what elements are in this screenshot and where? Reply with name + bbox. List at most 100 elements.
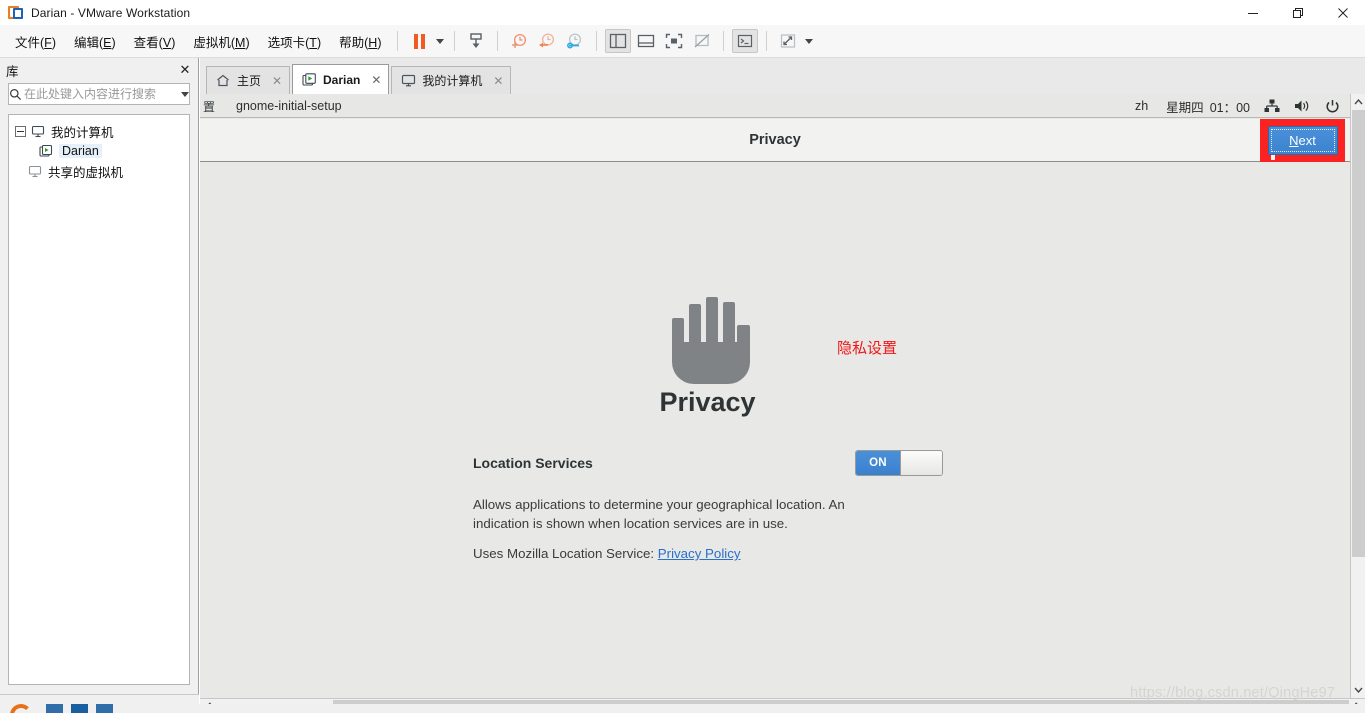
pause-icon bbox=[413, 33, 425, 49]
chevron-down-icon bbox=[436, 38, 445, 44]
folder-icon[interactable] bbox=[46, 704, 63, 713]
show-library-button[interactable] bbox=[605, 29, 632, 53]
menu-view[interactable]: 查看(V) bbox=[125, 28, 185, 55]
tree-item-shared-vms[interactable]: 共享的虚拟机 bbox=[9, 161, 189, 181]
annotation-text: 隐私设置 bbox=[837, 339, 898, 357]
volume-icon[interactable] bbox=[1294, 99, 1311, 113]
stretch-arrow-icon bbox=[781, 34, 796, 48]
toolbar-separator-4 bbox=[596, 31, 598, 51]
tab-darian[interactable]: Darian ✕ bbox=[292, 64, 390, 94]
power-dropdown[interactable] bbox=[433, 29, 447, 53]
minimize-icon[interactable] bbox=[1230, 0, 1275, 25]
library-header: 库 ✕ bbox=[0, 58, 198, 82]
menu-tabs[interactable]: 选项卡(T) bbox=[259, 28, 330, 55]
home-icon bbox=[216, 74, 232, 88]
close-icon[interactable]: ✕ bbox=[492, 74, 504, 88]
clock-day[interactable]: 星期四 bbox=[1166, 97, 1204, 116]
menu-help-label: 帮助(H) bbox=[339, 35, 382, 50]
next-button-label: Next bbox=[1289, 133, 1316, 148]
fullscreen-button[interactable] bbox=[661, 29, 687, 53]
folder-icon-3[interactable] bbox=[96, 704, 113, 713]
folder-icon-2[interactable] bbox=[71, 704, 88, 713]
privacy-policy-link[interactable]: Privacy Policy bbox=[658, 546, 741, 561]
menu-help[interactable]: 帮助(H) bbox=[330, 28, 390, 55]
chevron-down-icon[interactable] bbox=[1351, 682, 1365, 698]
manage-snapshots-button[interactable] bbox=[562, 29, 588, 53]
chevron-down-icon[interactable] bbox=[181, 91, 189, 97]
close-icon[interactable] bbox=[1320, 0, 1365, 25]
taskbar-items[interactable] bbox=[46, 704, 146, 713]
computer-icon bbox=[31, 125, 47, 138]
menu-view-label: 查看(V) bbox=[133, 35, 176, 50]
tree-item-label: 我的计算机 bbox=[51, 125, 114, 140]
clock-back-icon bbox=[539, 33, 555, 48]
tree-item-label: 共享的虚拟机 bbox=[48, 165, 124, 180]
vertical-scrollbar-thumb[interactable] bbox=[1352, 110, 1365, 557]
close-icon[interactable]: ✕ bbox=[370, 73, 382, 87]
restore-icon[interactable] bbox=[1275, 0, 1320, 25]
location-services-toggle[interactable]: ON bbox=[855, 450, 943, 476]
setup-header-title: Privacy bbox=[749, 132, 801, 148]
snapshot-manager-button[interactable] bbox=[463, 29, 489, 53]
clock-plus-icon bbox=[512, 33, 527, 48]
uses-prefix: Uses Mozilla Location Service: bbox=[473, 546, 658, 561]
power-icon[interactable] bbox=[1325, 99, 1340, 114]
guest-status-area: zh 星期四 01：00 bbox=[1135, 94, 1340, 118]
bottom-panel-icon bbox=[638, 34, 655, 48]
unity-mode-button[interactable] bbox=[689, 29, 715, 53]
network-wired-icon[interactable] bbox=[1264, 99, 1280, 113]
tab-home[interactable]: 主页 ✕ bbox=[206, 66, 291, 94]
computer-icon bbox=[401, 74, 417, 88]
close-icon[interactable]: ✕ bbox=[178, 62, 192, 76]
next-button[interactable]: Next bbox=[1267, 126, 1338, 155]
shared-vm-icon bbox=[28, 165, 44, 178]
vmware-logo-icon bbox=[8, 5, 24, 21]
location-services-source: Uses Mozilla Location Service: Privacy P… bbox=[473, 546, 741, 561]
vm-running-icon bbox=[302, 72, 318, 87]
location-services-label: Location Services bbox=[473, 455, 593, 471]
collapse-toggle-icon[interactable] bbox=[15, 125, 26, 137]
menu-vm-label: 虚拟机(M) bbox=[193, 35, 250, 50]
revert-snapshot-button[interactable] bbox=[534, 29, 560, 53]
tab-label: 主页 bbox=[237, 74, 262, 88]
stretch-dropdown[interactable] bbox=[802, 29, 816, 53]
library-search[interactable] bbox=[8, 83, 190, 105]
close-icon[interactable]: ✕ bbox=[271, 74, 283, 88]
toggle-on-label: ON bbox=[856, 451, 900, 475]
tree-item-darian[interactable]: Darian bbox=[9, 141, 189, 161]
tab-label: Darian bbox=[323, 72, 361, 87]
unity-icon bbox=[695, 34, 710, 48]
chevron-up-icon[interactable] bbox=[1351, 94, 1365, 110]
toolbar-separator bbox=[397, 31, 399, 51]
show-thumbnail-bar-button[interactable] bbox=[633, 29, 659, 53]
setup-header: Privacy Next bbox=[200, 119, 1350, 162]
console-button[interactable] bbox=[732, 29, 759, 53]
tab-label: 我的计算机 bbox=[422, 74, 483, 88]
toolbar-separator-6 bbox=[766, 31, 768, 51]
clock-wrench-icon bbox=[567, 33, 582, 49]
clock-time[interactable]: 01：00 bbox=[1210, 97, 1250, 116]
menu-file[interactable]: 文件(F) bbox=[6, 28, 65, 55]
menu-vm[interactable]: 虚拟机(M) bbox=[184, 28, 258, 55]
tab-my-computer[interactable]: 我的计算机 ✕ bbox=[391, 66, 512, 94]
browser-icon[interactable] bbox=[10, 704, 34, 713]
menu-toolbar: 文件(F) 编辑(E) 查看(V) 虚拟机(M) 选项卡(T) 帮助(H) bbox=[0, 25, 1365, 58]
library-tree: 我的计算机 Darian 共享的虚拟机 bbox=[8, 114, 190, 685]
library-title: 库 bbox=[6, 64, 19, 79]
stretch-button[interactable] bbox=[775, 29, 801, 53]
suspend-button[interactable] bbox=[406, 29, 432, 53]
menu-edit[interactable]: 编辑(E) bbox=[65, 28, 125, 55]
vm-viewport: 置 gnome-initial-setup zh 星期四 01：00 Priva… bbox=[200, 94, 1365, 713]
toolbar-separator-3 bbox=[497, 31, 499, 51]
tree-item-label: Darian bbox=[59, 144, 102, 158]
menu-file-label: 文件(F) bbox=[15, 35, 56, 50]
tree-item-my-computer[interactable]: 我的计算机 bbox=[9, 121, 189, 141]
vertical-scrollbar[interactable] bbox=[1350, 94, 1365, 698]
chevron-down-icon bbox=[805, 38, 814, 44]
take-snapshot-button[interactable] bbox=[506, 29, 532, 53]
input-source-indicator[interactable]: zh bbox=[1135, 99, 1148, 113]
toolbar-separator-5 bbox=[723, 31, 725, 51]
terminal-icon bbox=[738, 34, 753, 48]
activities-icon[interactable]: 置 bbox=[200, 96, 218, 116]
search-input[interactable] bbox=[22, 86, 181, 102]
